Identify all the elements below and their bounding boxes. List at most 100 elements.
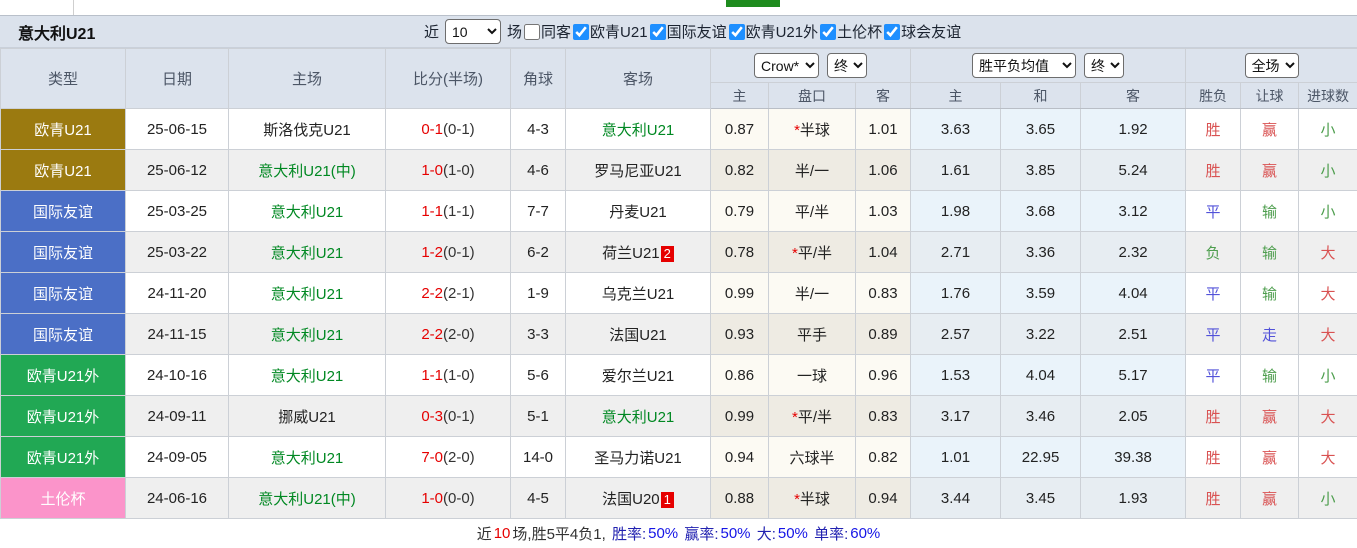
same-opponent-filter[interactable]: 同客 (522, 21, 571, 42)
goals-result-cell: 大 (1299, 437, 1357, 478)
halftime-score: (1-1) (443, 203, 475, 220)
home-team-name: 意大利U21 (271, 327, 344, 344)
away-team-cell: 丹麦U21 (566, 191, 711, 232)
summary-bar: 近10场,胜5平4负1, 胜率:50% 赢率:50% 大:50% 单率:60% (0, 519, 1357, 548)
summary-recent-label: 近 (477, 523, 492, 544)
league-filter[interactable]: 欧青U21外 (727, 21, 819, 42)
corner-cell: 3-3 (511, 314, 566, 355)
odds-away-cell: 0.83 (856, 396, 911, 437)
home-team-cell: 意大利U21 (229, 314, 386, 355)
red-card-badge: 2 (661, 246, 674, 262)
corner-cell: 14-0 (511, 437, 566, 478)
league-filter[interactable]: 球会友谊 (882, 21, 961, 42)
league-filter-checkbox[interactable] (573, 24, 589, 40)
big-rate-label: 大: (757, 523, 776, 544)
result-cell: 胜 (1186, 396, 1241, 437)
avg-type-select[interactable]: 胜平负均值 (972, 53, 1076, 78)
score-cell: 0-3(0-1) (386, 396, 511, 437)
league-filter-checkbox[interactable] (650, 24, 666, 40)
home-team-cell: 意大利U21 (229, 273, 386, 314)
avg-draw-cell: 3.65 (1001, 109, 1081, 150)
handicap-value: 一球 (797, 368, 827, 385)
avg-stage-select[interactable]: 终 (1084, 53, 1124, 78)
league-filter-label: 欧青U21外 (746, 21, 819, 42)
win-rate-value: 50% (648, 525, 678, 542)
fulltime-score: 1-0 (421, 162, 443, 179)
type-cell: 国际友谊 (1, 191, 126, 232)
odds-away-cell: 0.96 (856, 355, 911, 396)
recent-count-select[interactable]: 10 (445, 19, 501, 44)
league-filter[interactable]: 欧青U21 (571, 21, 648, 42)
league-filter[interactable]: 土伦杯 (818, 21, 882, 42)
league-filter-checkbox[interactable] (729, 24, 745, 40)
col-header-avg-home: 主 (911, 83, 1001, 109)
halftime-score: (2-1) (443, 285, 475, 302)
league-filter-checkbox[interactable] (884, 24, 900, 40)
single-rate-value: 60% (850, 525, 880, 542)
halftime-score: (2-0) (443, 449, 475, 466)
avg-home-cell: 3.44 (911, 478, 1001, 519)
avg-away-cell: 1.92 (1081, 109, 1186, 150)
odds-home-cell: 0.93 (711, 314, 769, 355)
away-team-name: 乌克兰U21 (602, 286, 675, 303)
avg-home-cell: 3.17 (911, 396, 1001, 437)
scope-controls: 全场 (1186, 49, 1357, 83)
league-filter[interactable]: 国际友谊 (648, 21, 727, 42)
recent-label: 近 (424, 21, 439, 42)
away-team-name: 荷兰U21 (602, 245, 660, 262)
away-team-cell: 爱尔兰U21 (566, 355, 711, 396)
corner-cell: 4-3 (511, 109, 566, 150)
handicap-result-cell: 赢 (1241, 150, 1299, 191)
avg-draw-cell: 3.68 (1001, 191, 1081, 232)
avg-draw-cell: 3.85 (1001, 150, 1081, 191)
home-team-cell: 意大利U21 (229, 437, 386, 478)
same-opponent-label: 同客 (541, 21, 571, 42)
handicap-cell: *半球 (769, 109, 856, 150)
date-cell: 24-10-16 (126, 355, 229, 396)
same-opponent-checkbox[interactable] (524, 24, 540, 40)
halftime-score: (0-0) (443, 490, 475, 507)
odds-away-cell: 0.89 (856, 314, 911, 355)
odds-away-cell: 1.01 (856, 109, 911, 150)
filter-bar: 近 10 场 同客 欧青U21 国际友谊 欧青U21外 土伦杯 球会友谊 (424, 16, 961, 47)
type-cell: 国际友谊 (1, 314, 126, 355)
handicap-result-cell: 赢 (1241, 396, 1299, 437)
table-row: 国际友谊 24-11-15 意大利U21 2-2(2-0) 3-3 法国U21 … (1, 314, 1357, 355)
goals-result-cell: 小 (1299, 355, 1357, 396)
corner-cell: 5-1 (511, 396, 566, 437)
home-team-cell: 挪威U21 (229, 396, 386, 437)
goals-result-cell: 小 (1299, 150, 1357, 191)
fulltime-score: 1-0 (421, 490, 443, 507)
avg-draw-cell: 22.95 (1001, 437, 1081, 478)
date-cell: 25-06-12 (126, 150, 229, 191)
avg-away-cell: 2.32 (1081, 232, 1186, 273)
fulltime-score: 1-1 (421, 203, 443, 220)
result-cell: 胜 (1186, 150, 1241, 191)
handicap-controls: Crow* 终 (711, 49, 911, 83)
handicap-cell: 平/半 (769, 191, 856, 232)
handicap-cell: *半球 (769, 478, 856, 519)
handicap-value: 半/一 (795, 163, 829, 180)
home-team-name: 意大利U21(中) (258, 491, 356, 508)
date-cell: 24-06-16 (126, 478, 229, 519)
result-cell: 胜 (1186, 437, 1241, 478)
goals-result-cell: 大 (1299, 232, 1357, 273)
odds-home-cell: 0.99 (711, 273, 769, 314)
bookmaker-select[interactable]: Crow* (754, 53, 819, 78)
league-filter-checkbox[interactable] (820, 24, 836, 40)
home-team-cell: 意大利U21 (229, 355, 386, 396)
type-cell: 欧青U21外 (1, 437, 126, 478)
odds-home-cell: 0.82 (711, 150, 769, 191)
match-scope-select[interactable]: 全场 (1245, 53, 1299, 78)
away-team-name: 爱尔兰U21 (602, 368, 675, 385)
result-cell: 平 (1186, 273, 1241, 314)
handicap-cell: *平/半 (769, 396, 856, 437)
team-header-bar: 意大利U21 近 10 场 同客 欧青U21 国际友谊 欧青U21外 土伦杯 球 (0, 15, 1357, 48)
date-cell: 24-09-05 (126, 437, 229, 478)
odds-stage-select[interactable]: 终 (827, 53, 867, 78)
score-cell: 7-0(2-0) (386, 437, 511, 478)
away-team-name: 罗马尼亚U21 (594, 163, 682, 180)
halftime-score: (0-1) (443, 408, 475, 425)
table-row: 国际友谊 25-03-25 意大利U21 1-1(1-1) 7-7 丹麦U21 … (1, 191, 1357, 232)
team-title: 意大利U21 (0, 20, 95, 44)
